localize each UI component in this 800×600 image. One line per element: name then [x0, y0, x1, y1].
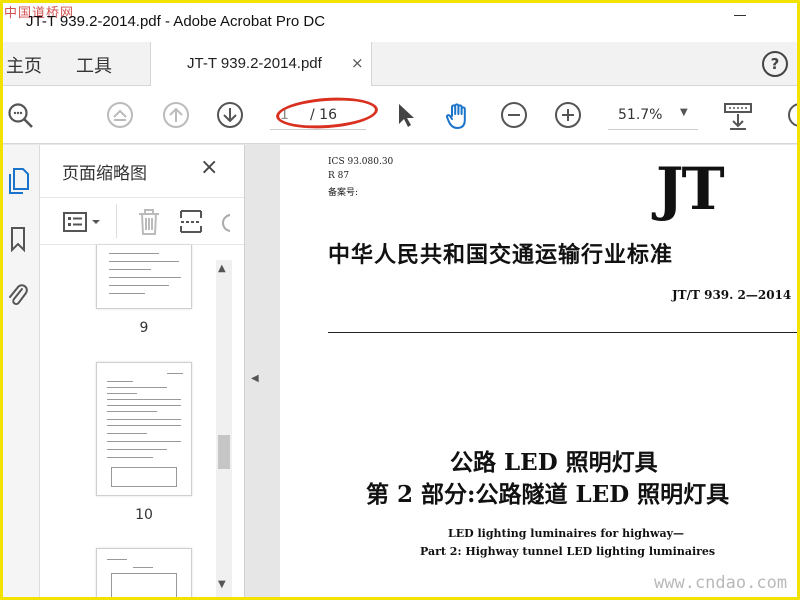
toolbar: 1 / 16 51.7% ▼ [0, 86, 800, 144]
help-icon[interactable]: ? [762, 51, 788, 77]
more-tools-icon[interactable] [786, 101, 800, 129]
title-chinese-line1: 公路 LED 照明灯具 [450, 449, 658, 476]
bookmark-icon[interactable] [6, 225, 30, 253]
thumbnail-label: 9 [139, 320, 149, 336]
hand-tool-icon[interactable] [444, 101, 472, 129]
tab-document-label: JT-T 939.2-2014.pdf [187, 55, 322, 72]
tab-document[interactable]: JT-T 939.2-2014.pdf × [150, 42, 372, 86]
thumbnail-label: 10 [135, 507, 153, 523]
ics-code: ICS 93.080.30 [328, 157, 394, 167]
tab-bar: 主页 工具 JT-T 939.2-2014.pdf × ? [0, 42, 800, 86]
scroll-up-icon[interactable]: ▲ [218, 263, 226, 274]
toolbar-divider [116, 204, 117, 238]
zoom-out-icon[interactable] [500, 101, 528, 129]
r-code: R 87 [328, 171, 350, 181]
jt-logo: JT [656, 155, 725, 223]
delete-page-icon[interactable] [136, 208, 162, 240]
extract-pages-icon[interactable] [178, 208, 204, 240]
page-display-icon[interactable] [722, 101, 752, 130]
first-page-icon[interactable] [106, 101, 134, 129]
zoom-level-value: 51.7% [618, 107, 663, 123]
thumbnail-toolbar [40, 197, 244, 245]
page-thumbnails-icon[interactable] [6, 167, 30, 194]
scroll-down-icon[interactable]: ▼ [218, 579, 226, 590]
tab-home[interactable]: 主页 [6, 52, 42, 78]
minimize-button[interactable] [730, 6, 750, 26]
zoom-level-dropdown[interactable]: 51.7% ▼ [608, 102, 698, 130]
title-english-line1: LED lighting luminaires for highway— [448, 527, 684, 540]
panel-splitter[interactable]: ◀ [244, 145, 266, 600]
select-cursor-icon[interactable] [394, 101, 422, 129]
zoom-in-icon[interactable] [554, 101, 582, 129]
collapse-panel-icon[interactable]: ◀ [251, 373, 259, 384]
record-number: 备案号: [328, 188, 359, 198]
navigation-pane-strip [0, 145, 40, 600]
window-title: JT-T 939.2-2014.pdf - Adobe Acrobat Pro … [26, 13, 326, 30]
page-thumbnail[interactable] [96, 245, 192, 309]
attachment-icon[interactable] [6, 281, 30, 307]
thumbnail-options-icon[interactable] [62, 210, 108, 240]
pdf-page: ICS 93.080.30 R 87 备案号: JT 中华人民共和国交通运输行业… [280, 145, 800, 600]
next-page-icon[interactable] [216, 101, 244, 129]
standard-code: JT/T 939. 2—2014 [672, 288, 792, 302]
scrollbar-thumb[interactable] [218, 435, 230, 469]
tab-close-icon[interactable]: × [351, 54, 364, 72]
thumbnail-table [111, 467, 177, 487]
panel-close-icon[interactable]: × [200, 155, 218, 180]
title-english-line2: Part 2: Highway tunnel LED lighting lumi… [420, 545, 716, 558]
tab-tools[interactable]: 工具 [76, 52, 112, 78]
chevron-down-icon: ▼ [680, 107, 688, 118]
site-watermark: www.cndao.com [654, 573, 788, 593]
header-rule [328, 332, 800, 333]
more-options-icon[interactable] [220, 212, 230, 234]
previous-page-icon[interactable] [162, 101, 190, 129]
page-thumbnail[interactable] [96, 548, 192, 600]
title-bar: 中国道桥网 JT-T 939.2-2014.pdf - Adobe Acroba… [0, 0, 800, 42]
panel-title: 页面缩略图 [62, 164, 147, 184]
standard-title: 中华人民共和国交通运输行业标准 [328, 242, 674, 268]
search-icon[interactable] [6, 101, 34, 129]
title-chinese-line2: 第 2 部分:公路隧道 LED 照明灯具 [366, 481, 730, 508]
document-view[interactable]: ICS 93.080.30 R 87 备案号: JT 中华人民共和国交通运输行业… [266, 145, 800, 600]
page-thumbnail[interactable] [96, 362, 192, 496]
thumbnail-panel: 页面缩略图 × 9 10 ▲ ▼ [40, 145, 244, 600]
thumbnail-scrollbar[interactable] [216, 260, 232, 600]
